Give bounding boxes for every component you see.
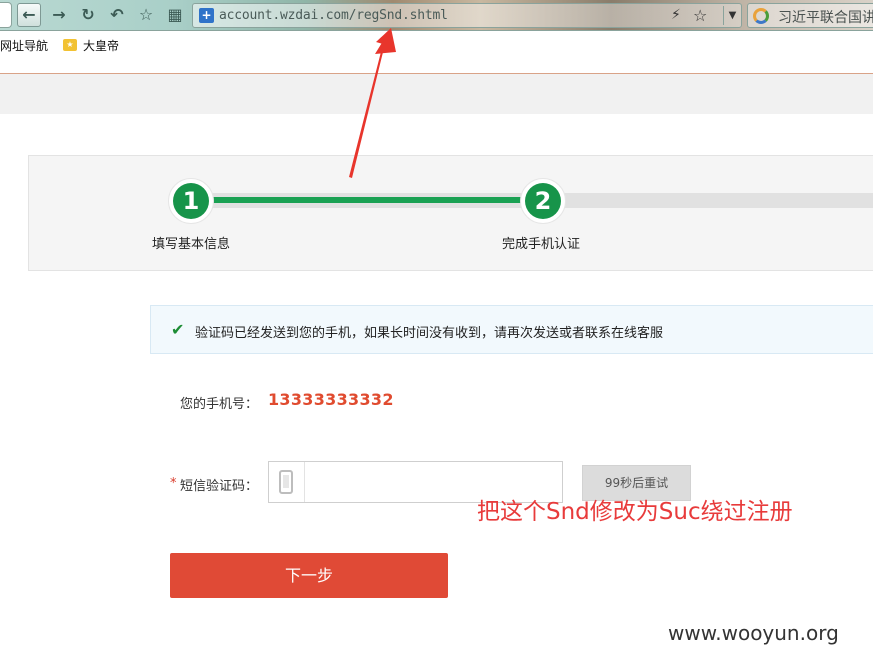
annotation-arrow	[349, 28, 396, 178]
page: ← → ↻ ↶ ☆ ▦ + account.wzdai.com/regSnd.s…	[0, 0, 873, 663]
